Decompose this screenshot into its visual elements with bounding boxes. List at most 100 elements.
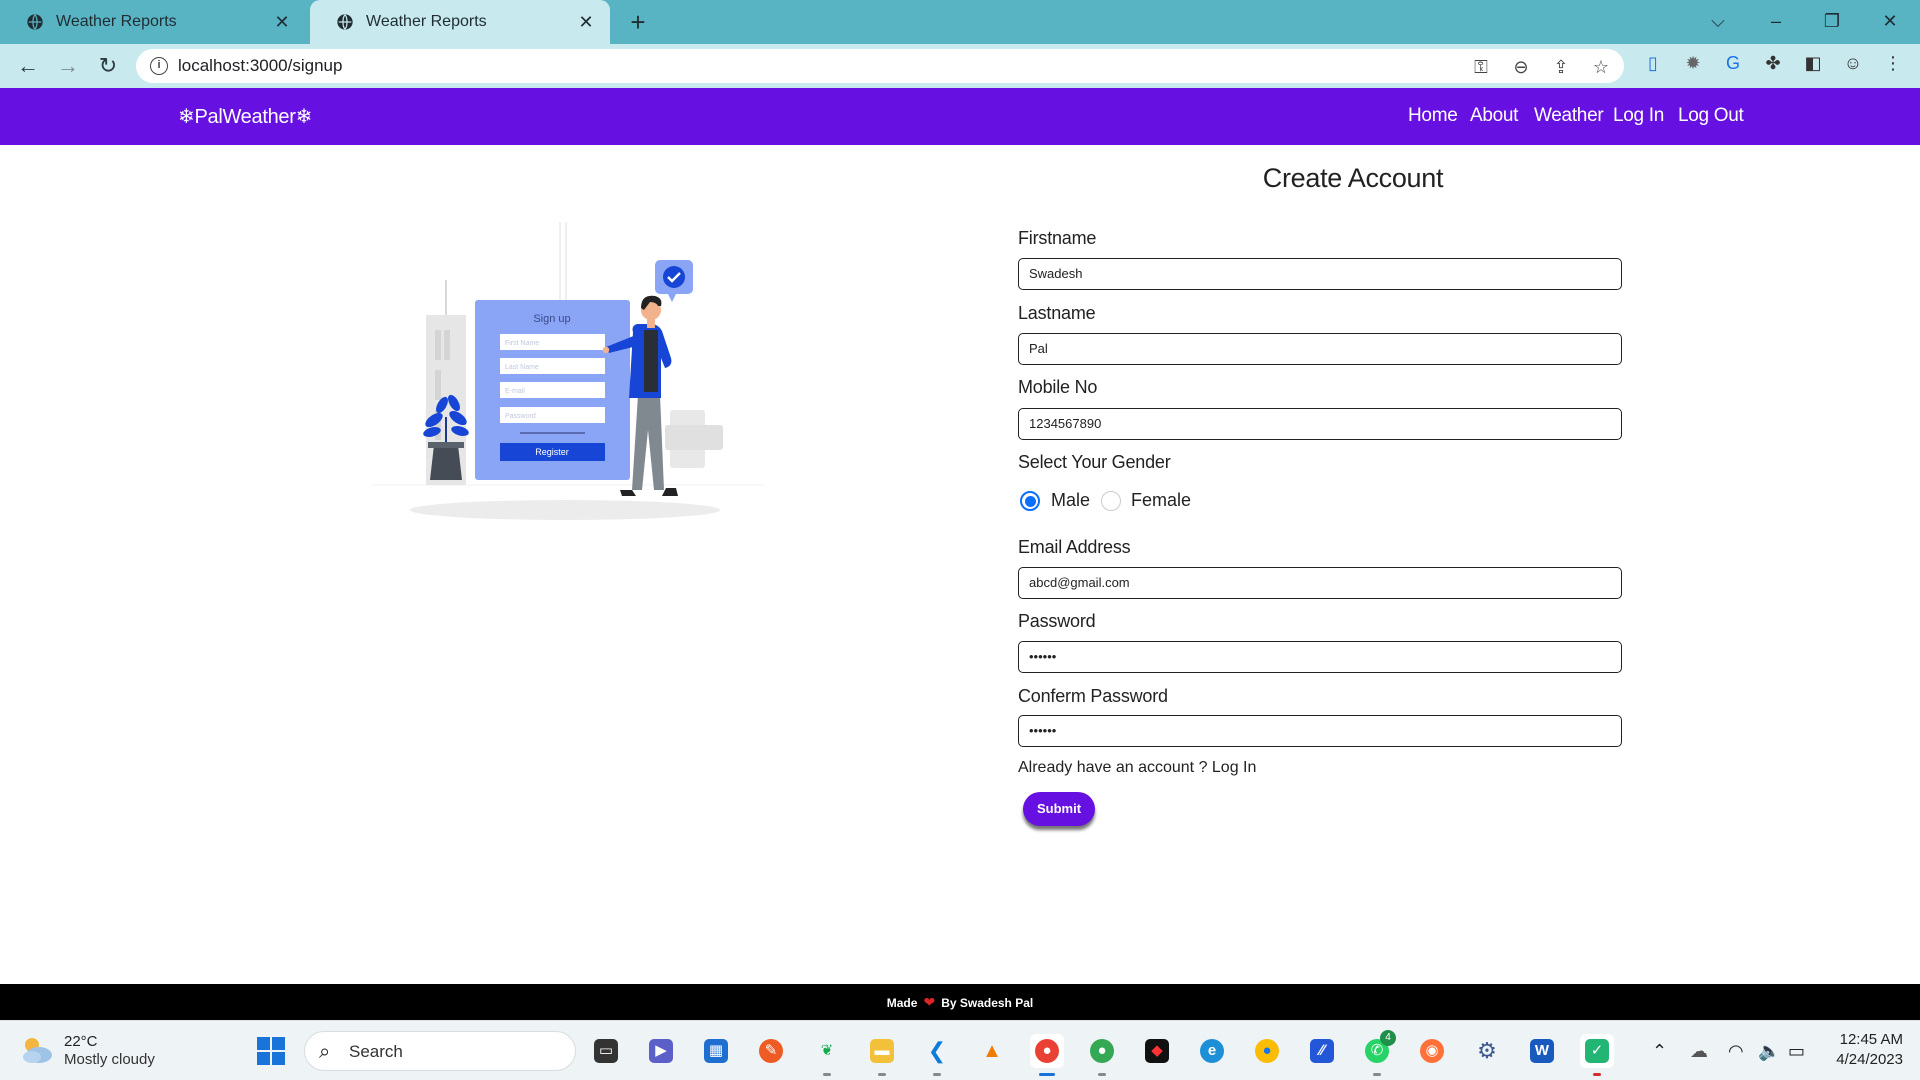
cloudy-weather-icon [23, 1038, 52, 1063]
vscode-icon[interactable]: ❮ [920, 1034, 954, 1076]
globe-icon [27, 14, 43, 30]
site-footer: Made ❤ By Swadesh Pal [0, 984, 1920, 1020]
gender-radio-female[interactable] [1101, 491, 1121, 511]
mongodb-icon[interactable]: ❦ [810, 1034, 844, 1076]
file-explorer-icon[interactable]: ▬ [865, 1034, 899, 1076]
side-panel-icon[interactable]: ◧ [1800, 50, 1826, 76]
submit-button[interactable]: Submit [1023, 792, 1095, 826]
onedrive-error-icon[interactable]: ☁ [1690, 1039, 1708, 1063]
forward-arrow-icon[interactable]: → [52, 50, 84, 82]
browser-toolbar: ← → ↻ i localhost:3000/signup ⚿ ⊖ ⇪ ☆ [0, 44, 1920, 88]
battery-icon[interactable]: ▭ [1788, 1039, 1805, 1063]
illustration-field: Password [505, 413, 536, 420]
nav-login[interactable]: Log In [1613, 105, 1664, 127]
nav-about[interactable]: About [1470, 105, 1518, 127]
wifi-icon[interactable]: ◠ [1728, 1039, 1744, 1063]
tab-search-chevron-icon[interactable]: ⌵ [1696, 6, 1740, 36]
zoom-icon[interactable]: ⊖ [1510, 56, 1532, 78]
clock-date: 4/24/2023 [1836, 1051, 1903, 1068]
page-title: Create Account [1262, 163, 1444, 193]
address-bar[interactable]: i localhost:3000/signup ⚿ ⊖ ⇪ ☆ [136, 49, 1624, 83]
bookmark-star-icon[interactable]: ☆ [1590, 56, 1612, 78]
profile-avatar-icon[interactable]: ☺ [1840, 50, 1866, 76]
password-input[interactable]: •••••• [1018, 641, 1622, 673]
mobile-input[interactable]: 1234567890 [1018, 408, 1622, 440]
nav-home[interactable]: Home [1408, 105, 1458, 127]
taskbar-search[interactable]: ⌕ Search [304, 1031, 576, 1071]
whatsapp-badge: 4 [1380, 1030, 1396, 1046]
bandlab-icon[interactable]: ◆ [1140, 1034, 1174, 1068]
brand-logo[interactable]: ❄PalWeather❄ [178, 104, 312, 129]
extensions-puzzle-icon[interactable]: ✤ [1760, 50, 1786, 76]
windows-taskbar: 22°C Mostly cloudy ⌕ Search ▭ ▶ ▦ ✎ ❦ ▬ … [0, 1020, 1920, 1080]
illustration-field: E-mail [505, 388, 525, 395]
url-text[interactable]: localhost:3000/signup [178, 56, 342, 76]
tab-title: Weather Reports [56, 13, 177, 30]
teams-chat-icon[interactable]: ▶ [644, 1034, 678, 1068]
volume-icon[interactable]: 🔈 [1758, 1039, 1780, 1063]
close-tab-icon[interactable]: ✕ [576, 12, 596, 32]
show-hidden-icons-chevron-icon[interactable]: ⌃ [1652, 1039, 1667, 1063]
signup-illustration: Sign up First Name Last Name E-mail Pass… [372, 222, 765, 520]
share-icon[interactable]: ⇪ [1550, 56, 1572, 78]
menu-kebab-icon[interactable]: ⋮ [1880, 50, 1906, 76]
translate-icon[interactable]: G [1720, 50, 1746, 76]
footer-made: Made [886, 996, 918, 1010]
firstname-label: Firstname [1018, 228, 1097, 248]
mobile-label: Mobile No [1018, 377, 1098, 397]
taskbar-clock[interactable]: 12:45 AM 4/24/2023 [1836, 1030, 1903, 1070]
task-view-icon[interactable]: ▭ [589, 1034, 623, 1068]
chrome-profile-2-icon[interactable]: ● [1085, 1034, 1119, 1076]
minimize-icon[interactable]: – [1754, 6, 1798, 36]
browser-tab-strip: Weather Reports ✕ Weather Reports ✕ + ⌵ … [0, 0, 1920, 44]
browser-tab[interactable]: Weather Reports ✕ [0, 0, 306, 44]
postman-icon[interactable]: ✎ [754, 1034, 788, 1068]
gender-male-label[interactable]: Male [1051, 490, 1090, 511]
site-navbar: ❄PalWeather❄ Home About Weather Log In L… [0, 88, 1920, 145]
chrome-profile-1-icon[interactable]: ● [1030, 1034, 1064, 1076]
taskbar-search-text: Search [349, 1042, 403, 1061]
close-window-icon[interactable]: ✕ [1868, 6, 1912, 36]
reload-icon[interactable]: ↻ [92, 50, 124, 82]
close-tab-icon[interactable]: ✕ [272, 12, 292, 32]
whatsapp-icon[interactable]: ✆ 4 [1360, 1030, 1396, 1076]
globe-icon [337, 14, 353, 30]
search-icon: ⌕ [319, 1041, 331, 1063]
restore-icon[interactable]: ❐ [1810, 6, 1854, 36]
lastname-input[interactable]: Pal [1018, 333, 1622, 365]
login-link[interactable]: Already have an account ? Log In [1018, 759, 1256, 777]
weather-condition: Mostly cloudy [64, 1051, 155, 1068]
vlc-icon[interactable]: ▲ [975, 1034, 1009, 1068]
new-tab-button[interactable]: + [624, 8, 652, 36]
gender-radio-male[interactable] [1020, 491, 1040, 511]
greenshot-icon[interactable]: ✓ [1580, 1034, 1614, 1076]
nav-logout[interactable]: Log Out [1678, 105, 1744, 127]
confirm-password-label: Conferm Password [1018, 686, 1168, 706]
extension-document-icon[interactable]: ▯ [1640, 50, 1666, 76]
clock-time: 12:45 AM [1839, 1031, 1903, 1048]
mathway-icon[interactable]: ∕∕ [1305, 1034, 1339, 1068]
microsoft-store-icon[interactable]: ▦ [699, 1034, 733, 1068]
firefox-icon[interactable]: ◉ [1415, 1034, 1449, 1068]
weather-temp: 22°C [64, 1033, 98, 1050]
email-input[interactable]: abcd@gmail.com [1018, 567, 1622, 599]
heart-icon: ❤ [923, 994, 936, 1010]
back-arrow-icon[interactable]: ← [12, 50, 44, 82]
edge-icon[interactable]: e [1195, 1034, 1229, 1068]
settings-gear-icon[interactable]: ⚙ [1470, 1034, 1504, 1068]
firstname-input[interactable]: Swadesh [1018, 258, 1622, 290]
chrome-icon[interactable]: ● [1250, 1034, 1284, 1068]
tab-title: Weather Reports [366, 13, 487, 30]
windows-start-icon[interactable] [256, 1036, 286, 1066]
nav-weather[interactable]: Weather [1534, 105, 1604, 127]
key-icon[interactable]: ⚿ [1470, 56, 1492, 78]
illustration-field: First Name [505, 340, 539, 347]
confirm-password-input[interactable]: •••••• [1018, 715, 1622, 747]
lastname-label: Lastname [1018, 303, 1096, 323]
gender-label: Select Your Gender [1018, 452, 1171, 472]
gender-female-label[interactable]: Female [1131, 490, 1191, 511]
site-info-icon[interactable]: i [150, 57, 168, 75]
browser-tab-active[interactable]: Weather Reports ✕ [310, 0, 610, 44]
word-icon[interactable]: W [1525, 1034, 1559, 1068]
extension-bug-icon[interactable]: ✹ [1680, 50, 1706, 76]
